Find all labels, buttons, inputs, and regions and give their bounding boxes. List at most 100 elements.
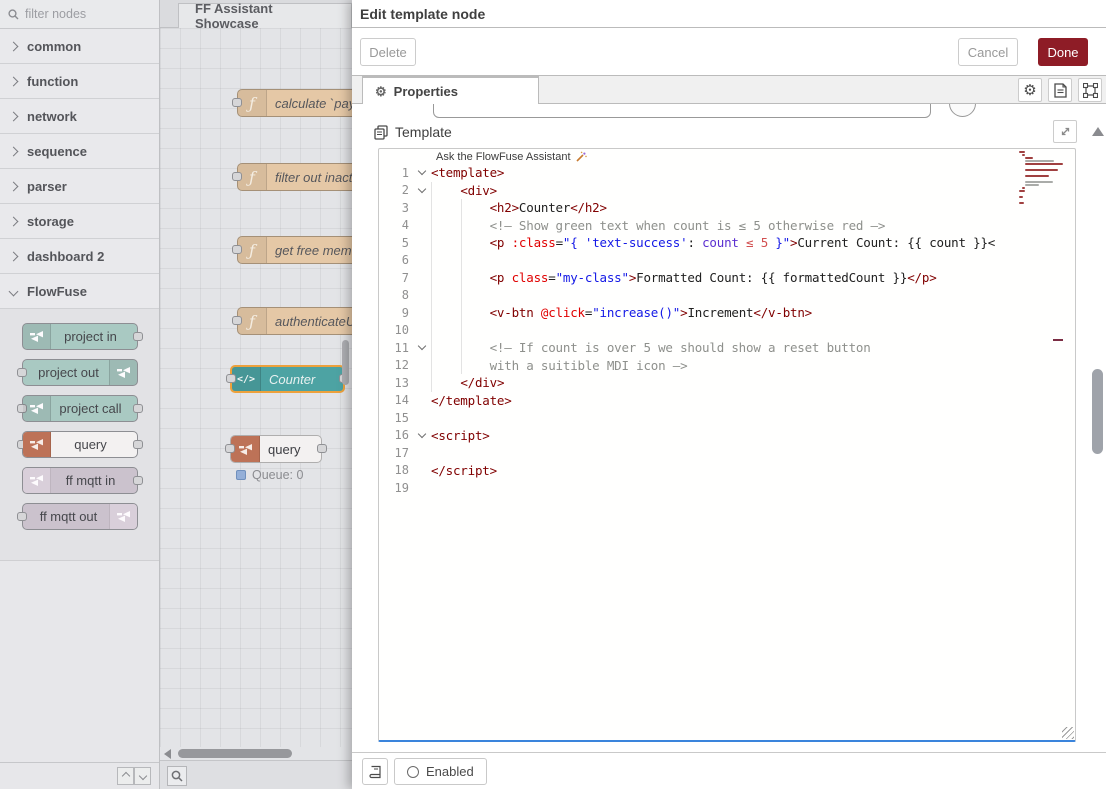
output-port[interactable] (133, 404, 143, 413)
palette-node-ff-mqtt-out[interactable]: ff mqtt out (22, 503, 138, 530)
delete-button[interactable]: Delete (360, 38, 416, 66)
minimap-line (1025, 163, 1063, 165)
node-appearance-button[interactable] (1078, 78, 1102, 102)
input-port[interactable] (225, 444, 235, 453)
output-port[interactable] (317, 444, 327, 453)
indent-guide (431, 357, 432, 375)
scroll-left-arrow-icon[interactable] (164, 749, 171, 759)
code-line[interactable]: 1<template> (379, 164, 1075, 182)
code-line[interactable]: 19 (379, 479, 1075, 497)
node-description-button[interactable] (1048, 78, 1072, 102)
palette-node-project-out[interactable]: project out (22, 359, 138, 386)
output-port[interactable] (133, 476, 143, 485)
code-line[interactable]: 4 <!— Show green text when count is ≤ 5 … (379, 217, 1075, 235)
indent-guide (461, 269, 462, 287)
code-lines[interactable]: 1<template>2 <div>3 <h2>Counter</h2>4 <!… (379, 164, 1075, 497)
expand-editor-button[interactable] (1053, 120, 1077, 143)
indent-guide (461, 217, 462, 235)
fold-chevron-icon[interactable] (418, 430, 426, 438)
canvas-node-memory[interactable]: ƒget free memo (237, 236, 352, 264)
canvas-node-calculate[interactable]: ƒcalculate `pay (237, 89, 352, 117)
code-line[interactable]: 13 </div> (379, 374, 1075, 392)
minimap[interactable] (1019, 151, 1069, 211)
fold-chevron-icon[interactable] (418, 342, 426, 350)
fold-column[interactable] (413, 346, 431, 349)
palette-category-parser[interactable]: parser (0, 169, 159, 204)
palette-category-common[interactable]: common (0, 29, 159, 64)
code-line[interactable]: 2 <div> (379, 182, 1075, 200)
output-port[interactable] (133, 440, 143, 449)
canvas-node-label: filter out inacti (267, 170, 352, 185)
code-line[interactable]: 16<script> (379, 427, 1075, 445)
input-port[interactable] (232, 98, 242, 107)
dialog-scrollbar-thumb[interactable] (1092, 369, 1103, 454)
palette-category-sequence[interactable]: sequence (0, 134, 159, 169)
scrolled-form-field[interactable] (433, 104, 931, 118)
code-line[interactable]: 6 (379, 252, 1075, 270)
canvas-footer (160, 760, 352, 789)
canvas-search-button[interactable] (167, 766, 187, 786)
code-line[interactable]: 18</script> (379, 462, 1075, 480)
fold-chevron-icon[interactable] (418, 185, 426, 193)
flow-tab[interactable]: FF Assistant Showcase (178, 3, 352, 28)
library-button[interactable] (362, 758, 388, 785)
flowfuse-logo-icon (109, 360, 137, 385)
palette-expand-all-button[interactable] (134, 767, 151, 785)
output-port[interactable] (133, 332, 143, 341)
input-port[interactable] (17, 368, 27, 377)
done-button[interactable]: Done (1038, 38, 1088, 66)
code-line[interactable]: 7 <p class="my-class">Formatted Count: {… (379, 269, 1075, 287)
tab-properties[interactable]: ⚙ Properties (362, 76, 539, 104)
palette-category-network[interactable]: network (0, 99, 159, 134)
palette-node-project-in[interactable]: project in (22, 323, 138, 350)
code-line[interactable]: 10 (379, 322, 1075, 340)
palette-node-ff-mqtt-in[interactable]: ff mqtt in (22, 467, 138, 494)
input-port[interactable] (232, 316, 242, 325)
enabled-toggle[interactable]: Enabled (394, 758, 487, 785)
input-port[interactable] (17, 512, 27, 521)
fold-column[interactable] (413, 189, 431, 192)
fold-column[interactable] (413, 434, 431, 437)
palette-category-flowfuse[interactable]: FlowFuse (0, 274, 159, 309)
code-line[interactable]: 3 <h2>Counter</h2> (379, 199, 1075, 217)
input-port[interactable] (232, 245, 242, 254)
code-line[interactable]: 11 <!— If count is over 5 we should show… (379, 339, 1075, 357)
scrolled-form-button[interactable] (949, 104, 976, 117)
flow-canvas[interactable]: ƒcalculate `pay ƒfilter out inacti ƒget fr… (160, 28, 352, 747)
indent-guide (461, 322, 462, 340)
palette-category-function[interactable]: function (0, 64, 159, 99)
code-line[interactable]: 14</template> (379, 392, 1075, 410)
canvas-node-filter[interactable]: ƒfilter out inacti (237, 163, 352, 191)
code-editor[interactable]: Ask the FlowFuse Assistant 1<template>2 … (378, 148, 1076, 742)
canvas-vertical-scrollbar[interactable] (342, 340, 349, 385)
canvas-node-counter[interactable]: </>Counter (230, 365, 345, 393)
code-line[interactable]: 17 (379, 444, 1075, 462)
code-line[interactable]: 15 (379, 409, 1075, 427)
editor-resize-grip[interactable] (1062, 727, 1074, 739)
code-line[interactable]: 8 (379, 287, 1075, 305)
node-settings-button[interactable]: ⚙ (1018, 78, 1042, 102)
palette-search-input[interactable]: filter nodes (0, 0, 159, 29)
code-line[interactable]: 12 with a suitible MDI icon —> (379, 357, 1075, 375)
indent-guide (461, 339, 462, 357)
palette-node-query[interactable]: query (22, 431, 138, 458)
canvas-node-authenticate[interactable]: ƒauthenticateU (237, 307, 352, 335)
cancel-button[interactable]: Cancel (958, 38, 1018, 66)
indent-guide (461, 252, 462, 270)
palette-category-dashboard-2[interactable]: dashboard 2 (0, 239, 159, 274)
palette-category-label: sequence (27, 144, 87, 159)
palette-collapse-all-button[interactable] (117, 767, 134, 785)
code-line[interactable]: 5 <p :class="{ 'text-success': count ≤ 5… (379, 234, 1075, 252)
assistant-hint[interactable]: Ask the FlowFuse Assistant (436, 150, 587, 164)
canvas-horizontal-scrollbar[interactable] (160, 747, 352, 760)
code-line[interactable]: 9 <v-btn @click="increase()">Increment</… (379, 304, 1075, 322)
palette-category-storage[interactable]: storage (0, 204, 159, 239)
scroll-up-arrow[interactable] (1092, 127, 1104, 136)
canvas-hscroll-thumb[interactable] (178, 749, 292, 758)
fold-chevron-icon[interactable] (418, 167, 426, 175)
input-port[interactable] (232, 172, 242, 181)
canvas-node-query[interactable]: query (230, 435, 322, 463)
palette-node-project-call[interactable]: project call (22, 395, 138, 422)
input-port[interactable] (226, 374, 236, 383)
fold-column[interactable] (413, 171, 431, 174)
